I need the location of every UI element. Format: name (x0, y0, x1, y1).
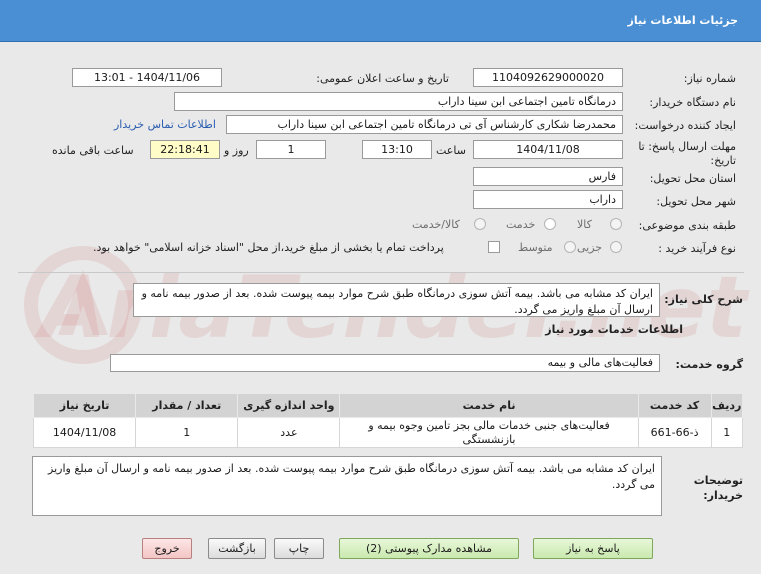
buyer-contact-link[interactable]: اطلاعات تماس خریدار (114, 118, 216, 131)
need-number-field: 1104092629000020 (473, 68, 623, 87)
services-section-title: اطلاعات خدمات مورد نیاز (545, 323, 683, 336)
days-label: روز و (224, 144, 249, 157)
header-bar: جزئیات اطلاعات نیاز (0, 0, 761, 42)
col-row: ردیف (710, 393, 744, 418)
buyer-notes-textarea[interactable]: ایران کد مشابه می باشد. بیمه آتش سوزی در… (32, 456, 662, 516)
cell-row: 1 (710, 417, 744, 448)
remaining-time-label: ساعت باقی مانده (52, 144, 134, 157)
category-radio-goods-service[interactable] (474, 218, 486, 230)
back-button[interactable]: بازگشت (208, 538, 266, 559)
page-title: جزئیات اطلاعات نیاز (627, 14, 739, 27)
treasury-note: پرداخت تمام یا بخشی از مبلغ خرید،از محل … (93, 241, 444, 254)
table-header-row: ردیف کد خدمت نام خدمت واحد اندازه گیری ت… (32, 393, 744, 418)
deadline-date-field: 1404/11/08 (473, 140, 623, 159)
col-unit: واحد اندازه گیری (237, 393, 341, 418)
col-name: نام خدمت (339, 393, 639, 418)
cell-code: ذ-66-661 (637, 417, 712, 448)
view-attachments-button[interactable]: مشاهده مدارک پیوستی (2) (339, 538, 519, 559)
process-label: نوع فرآیند خرید : (658, 242, 736, 255)
buyer-notes-label: توضیحات (693, 474, 743, 487)
summary-label: شرح کلی نیاز: (664, 293, 743, 306)
buyer-org-field: درمانگاه تامین اجتماعی ابن سینا داراب (174, 92, 623, 111)
deadline-time-label: ساعت (436, 144, 466, 157)
services-table-wrap: ردیف کد خدمت نام خدمت واحد اندازه گیری ت… (32, 393, 744, 448)
cell-unit: عدد (237, 417, 341, 448)
category-label: طبقه بندی موضوعی: (638, 219, 736, 232)
summary-textarea[interactable]: ایران کد مشابه می باشد. بیمه آتش سوزی در… (133, 283, 660, 317)
city-field: داراب (473, 190, 623, 209)
cell-name: فعالیت‌های جنبی خدمات مالی بجز تامین وجو… (339, 417, 639, 448)
days-field: 1 (256, 140, 326, 159)
service-group-field: فعالیت‌های مالی و بیمه (110, 354, 660, 372)
treasury-checkbox[interactable] (488, 241, 500, 253)
category-option-goods: کالا (577, 218, 592, 231)
province-label: استان محل تحویل: (649, 172, 736, 185)
buyer-notes-label-2: خریدار: (703, 489, 743, 502)
process-option-minor: جزیی (577, 241, 603, 254)
category-radio-goods[interactable] (610, 218, 622, 230)
cell-qty: 1 (135, 417, 239, 448)
city-label: شهر محل تحویل: (656, 195, 736, 208)
remaining-time-field: 22:18:41 (150, 140, 220, 159)
process-radio-medium[interactable] (564, 241, 576, 253)
print-button[interactable]: چاپ (274, 538, 324, 559)
need-number-label: شماره نیاز: (683, 72, 736, 85)
creator-label: ایجاد کننده درخواست: (634, 119, 736, 132)
deadline-label: مهلت ارسال پاسخ: تا (638, 140, 736, 153)
col-qty: تعداد / مقدار (135, 393, 239, 418)
deadline-time-field: 13:10 (362, 140, 432, 159)
buyer-org-label: نام دستگاه خریدار: (649, 96, 736, 109)
col-code: کد خدمت (637, 393, 712, 418)
process-radio-minor[interactable] (610, 241, 622, 253)
category-option-goods-service: کالا/خدمت (412, 218, 460, 231)
province-field: فارس (473, 167, 623, 186)
buyer-notes-text: ایران کد مشابه می باشد. بیمه آتش سوزی در… (48, 462, 655, 491)
exit-button[interactable]: خروج (142, 538, 192, 559)
category-option-service: خدمت (506, 218, 536, 231)
process-option-medium: متوسط (518, 241, 553, 254)
category-radio-service[interactable] (544, 218, 556, 230)
respond-button[interactable]: پاسخ به نیاز (533, 538, 653, 559)
announce-date-label: تاریخ و ساعت اعلان عمومی: (316, 72, 449, 85)
services-table: ردیف کد خدمت نام خدمت واحد اندازه گیری ت… (32, 393, 744, 448)
creator-field: محمدرضا شکاری کارشناس آی تی درمانگاه تام… (226, 115, 623, 134)
summary-text: ایران کد مشابه می باشد. بیمه آتش سوزی در… (141, 287, 653, 316)
cell-date: 1404/11/08 (32, 417, 137, 448)
table-row: 1 ذ-66-661 فعالیت‌های جنبی خدمات مالی بج… (32, 417, 744, 448)
deadline-label-date: تاریخ: (710, 154, 736, 167)
announce-date-field: 1404/11/06 - 13:01 (72, 68, 222, 87)
section-divider (18, 272, 744, 273)
col-date: تاریخ نیاز (32, 393, 137, 418)
service-group-label: گروه خدمت: (675, 358, 743, 371)
